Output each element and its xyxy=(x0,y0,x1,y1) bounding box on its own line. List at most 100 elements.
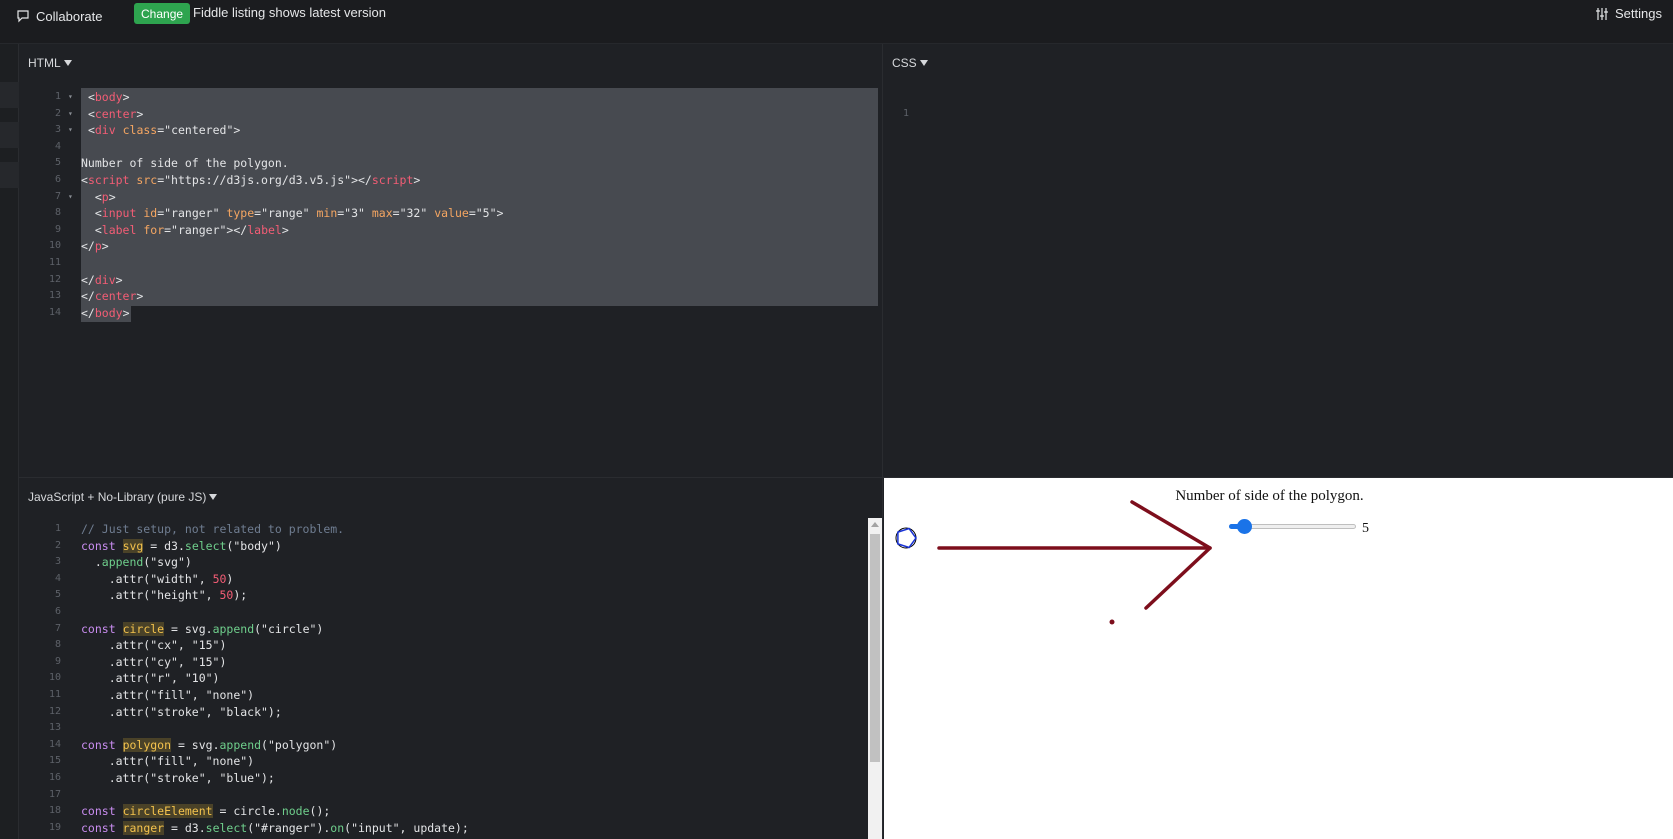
code-line: 13 xyxy=(19,720,869,737)
code-token: .attr("stroke", "blue"); xyxy=(81,770,275,785)
code-line: 12 .attr("stroke", "black"); xyxy=(19,704,869,721)
code-text: // Just setup, not related to problem. xyxy=(81,521,344,538)
code-token: center xyxy=(94,106,137,121)
code-line: 1 ▾ <body> xyxy=(19,89,883,106)
html-panel-label: HTML xyxy=(28,56,61,70)
code-token: label xyxy=(247,222,282,237)
html-panel-menu[interactable]: HTML xyxy=(28,56,72,70)
code-token: ("svg") xyxy=(143,555,192,570)
scroll-thumb[interactable] xyxy=(870,534,880,762)
code-text: </div> xyxy=(81,272,123,289)
line-number: 7 xyxy=(54,190,61,202)
line-number: 2 xyxy=(54,107,61,119)
code-token: > xyxy=(115,272,123,287)
sliders-icon xyxy=(1596,7,1609,20)
code-line: 13 </center> xyxy=(19,288,883,305)
fold-arrow-icon[interactable]: ▾ xyxy=(68,89,73,106)
code-text: Number of side of the polygon. xyxy=(81,155,289,172)
code-line: 6 <script src="https://d3js.org/d3.v5.js"… xyxy=(19,172,883,189)
code-token: select xyxy=(184,538,227,553)
code-token: class xyxy=(122,123,158,138)
code-line: 17 xyxy=(19,787,869,804)
code-token: type xyxy=(226,206,255,221)
line-number: 1 xyxy=(902,107,909,119)
code-token: .attr("cy", "15") xyxy=(81,654,227,669)
code-text: .attr("stroke", "blue"); xyxy=(81,770,275,787)
change-button[interactable]: Change xyxy=(134,3,191,24)
code-line: 3 ▾ <div class="centered"> xyxy=(19,122,883,139)
code-text: const circleElement = circle.node(); xyxy=(81,803,330,820)
code-token: < xyxy=(87,90,95,104)
fold-arrow-icon[interactable]: ▾ xyxy=(68,122,73,139)
code-line: 9 <label for="ranger"></label> xyxy=(19,222,883,239)
code-token: = svg. xyxy=(171,737,220,752)
code-token: ="ranger"></ xyxy=(164,222,248,237)
code-line: 1 xyxy=(867,89,1657,119)
html-code-editor[interactable]: 1 ▾ <body> 2 ▾ < center > 3 ▾ <div class="cente… xyxy=(19,89,883,321)
collaborate-button[interactable]: Collaborate xyxy=(16,6,103,26)
chat-bubble-icon xyxy=(17,10,29,23)
result-panel: Number of side of the polygon. 5 xyxy=(884,478,1673,839)
code-token: const xyxy=(81,820,116,835)
line-number: 18 xyxy=(48,805,61,817)
code-token: ("circle") xyxy=(254,621,324,636)
code-line: 19 const ranger = d3.select("#ranger").on… xyxy=(19,820,869,837)
code-token: append xyxy=(212,621,255,636)
code-token: div xyxy=(94,123,116,138)
line-number: 5 xyxy=(54,589,61,601)
code-token: for xyxy=(143,222,165,237)
code-token: ="5"> xyxy=(468,206,504,221)
top-bar: Collaborate Change Fiddle listing shows … xyxy=(0,0,1673,44)
line-number: 4 xyxy=(54,572,61,584)
code-token: > xyxy=(108,189,116,204)
code-token: circle xyxy=(122,621,165,636)
code-token: .attr("stroke", "black"); xyxy=(81,704,282,719)
css-code-editor[interactable]: 1 xyxy=(867,89,1657,469)
code-line: 18 const circleElement = circle.node(); xyxy=(19,803,869,820)
version-notice: Fiddle listing shows latest version xyxy=(193,5,386,20)
scroll-up-icon[interactable] xyxy=(871,522,879,527)
fold-arrow-icon[interactable]: ▾ xyxy=(68,189,73,206)
code-text: .attr("height", 50); xyxy=(81,587,248,604)
settings-button[interactable]: Settings xyxy=(1595,6,1662,21)
code-text: <div class="centered"> xyxy=(81,122,240,139)
code-token: > xyxy=(101,239,109,254)
code-token: const xyxy=(81,621,116,636)
code-text: <input id="ranger" type="range" min="3" … xyxy=(81,205,504,222)
line-number: 14 xyxy=(48,306,61,318)
code-token: p xyxy=(101,189,109,204)
code-token: Number of side of the polygon. xyxy=(81,156,289,171)
css-panel-menu[interactable]: CSS xyxy=(892,56,928,70)
code-token: ("polygon") xyxy=(261,737,338,752)
code-text: .append("svg") xyxy=(81,554,192,571)
code-line: 4 xyxy=(19,139,883,156)
line-number: 16 xyxy=(48,771,61,783)
code-text: .attr("fill", "none") xyxy=(81,753,254,770)
code-text: <body> xyxy=(81,89,130,106)
fold-arrow-icon[interactable]: ▾ xyxy=(68,106,73,123)
js-code-editor[interactable]: 1 // Just setup, not related to problem. 2… xyxy=(19,521,869,836)
code-text: <script src="https://d3js.org/d3.v5.js">… xyxy=(81,172,420,189)
code-text: .attr("stroke", "black"); xyxy=(81,704,282,721)
code-token: ("#ranger"). xyxy=(247,820,331,835)
code-token: ="centered"> xyxy=(157,123,241,138)
line-number: 8 xyxy=(54,207,61,219)
js-scrollbar[interactable] xyxy=(868,518,882,839)
code-line: 6 xyxy=(19,604,869,621)
line-number: 9 xyxy=(54,655,61,667)
code-token: ="32" xyxy=(392,206,435,221)
code-text: <label for="ranger"></label> xyxy=(81,222,289,239)
js-panel-menu[interactable]: JavaScript + No-Library (pure JS) xyxy=(28,490,218,504)
line-number: 2 xyxy=(54,539,61,551)
code-token: center xyxy=(94,289,137,304)
line-number: 5 xyxy=(54,157,61,169)
line-number: 13 xyxy=(48,290,61,302)
rail-marker xyxy=(0,82,19,108)
line-number: 1 xyxy=(54,523,61,534)
code-line: 10 </p> xyxy=(19,238,883,255)
code-token: > xyxy=(122,90,130,104)
line-number: 17 xyxy=(48,788,61,800)
code-token: = circle. xyxy=(212,804,282,819)
